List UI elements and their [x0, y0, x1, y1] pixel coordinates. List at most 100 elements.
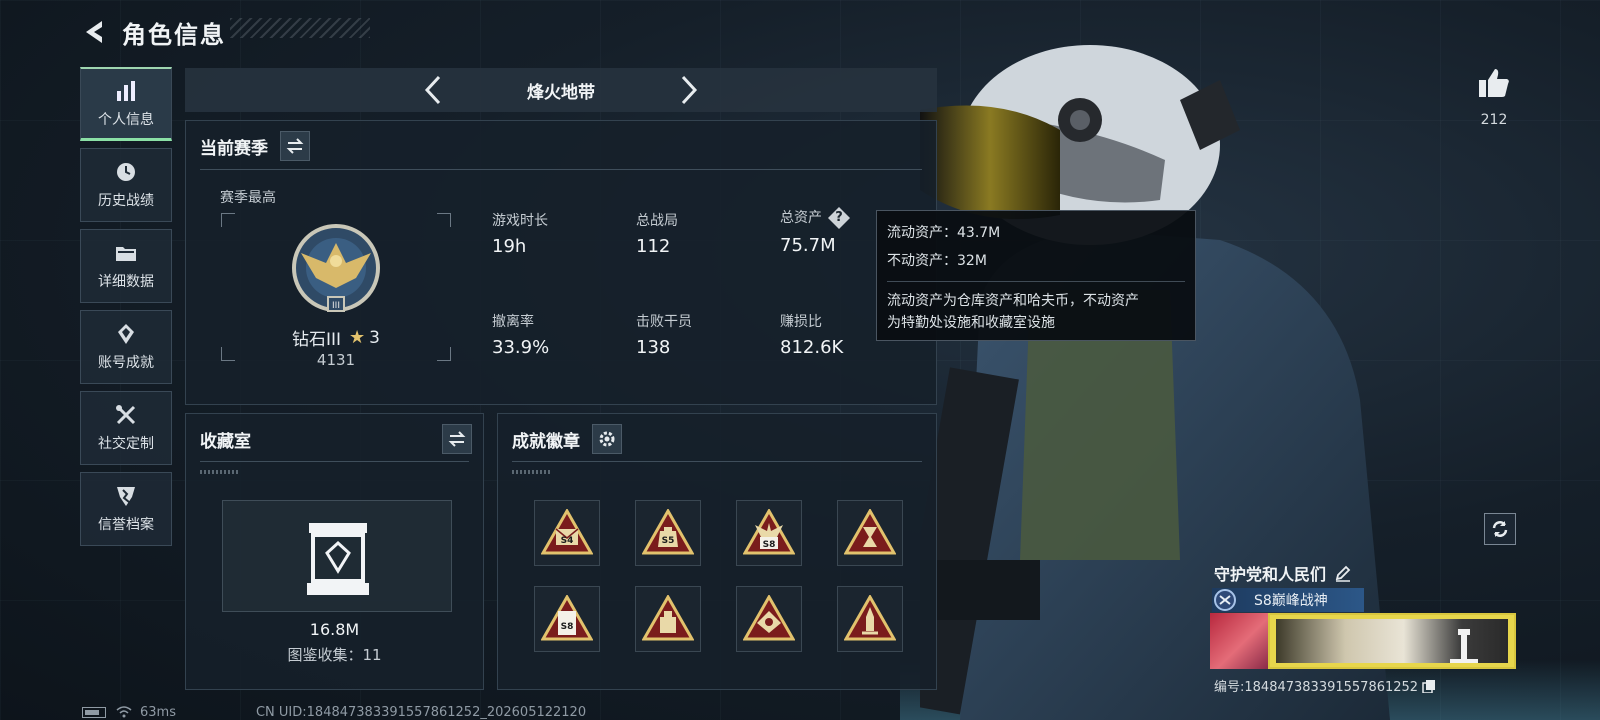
header: 角色信息 — [80, 12, 226, 52]
stat-label: 赚损比 — [780, 314, 822, 330]
sidebar-item-label: 信誉档案 — [98, 517, 154, 533]
refresh-icon — [1492, 521, 1508, 537]
sidebar-item-label: 社交定制 — [98, 436, 154, 452]
badge-slot[interactable]: S5 — [635, 500, 701, 566]
decoration-tag — [512, 470, 552, 474]
stat-value: 75.7M — [780, 235, 836, 256]
rocket-badge-icon — [844, 595, 896, 641]
next-mode-arrow-icon[interactable] — [675, 74, 701, 106]
player-name: 守护党和人民们 — [1214, 565, 1327, 584]
switch-collection-button[interactable] — [442, 424, 472, 454]
rotate-model-button[interactable] — [1484, 513, 1516, 545]
wifi-icon — [116, 706, 132, 718]
divider — [200, 461, 469, 462]
crest-badge-icon — [743, 595, 795, 641]
hourglass-badge-icon — [844, 509, 896, 555]
player-card[interactable] — [1210, 613, 1516, 669]
sidebar-item-label: 账号成就 — [98, 355, 154, 371]
sidebar-item-label: 详细数据 — [98, 274, 154, 290]
name-card-banner — [1268, 613, 1516, 669]
like-count: 212 — [1480, 112, 1508, 128]
s4-envelope-badge-icon: S4 — [541, 509, 593, 555]
edit-pencil-icon[interactable] — [1334, 564, 1352, 582]
stat-value: 112 — [636, 236, 671, 257]
sidebar-item-account-achievements[interactable]: 账号成就 — [80, 310, 172, 384]
badge-slot[interactable] — [635, 586, 701, 652]
stat-label: 游戏时长 — [492, 213, 548, 229]
gear-icon — [599, 431, 615, 447]
folder-icon — [116, 247, 136, 261]
decoration-tag — [200, 470, 240, 474]
season-header: 当前赛季 — [200, 131, 310, 161]
title-decoration — [230, 18, 370, 38]
mode-title: 烽火地带 — [527, 82, 595, 103]
collection-header: 收藏室 — [200, 424, 472, 454]
badge-slot[interactable]: S8 — [736, 500, 802, 566]
achievement-title: 成就徽章 — [512, 431, 580, 452]
season-subtitle: 赛季最高 — [220, 190, 276, 206]
stat-play-time: 游戏时长 19h — [492, 210, 548, 257]
vault-preview — [222, 500, 452, 612]
clock-icon — [117, 163, 135, 181]
collection-value: 16.8M — [309, 620, 360, 639]
s8-card-badge-icon: S8 — [541, 595, 593, 641]
badge-settings-button[interactable] — [592, 424, 622, 454]
achievement-badges-panel: 成就徽章 S4 S5 S8 S8 — [497, 413, 937, 690]
stat-kills: 击败干员 138 — [636, 311, 692, 358]
diamond-rank-eagle-icon: III — [292, 224, 380, 312]
collection-room-panel[interactable]: 收藏室 16.8M 图鉴收集：11 — [185, 413, 484, 690]
achievement-icon — [118, 324, 134, 344]
rank-display: III 钻石III ★ 3 4131 — [221, 213, 451, 369]
collection-count: 图鉴收集：11 — [287, 646, 382, 664]
stat-total-assets: 总资产? 75.7M — [780, 207, 850, 256]
sidebar-item-detail-data[interactable]: 详细数据 — [80, 229, 172, 303]
stat-label-text: 总资产 — [780, 210, 822, 226]
divider — [200, 169, 922, 170]
badge-slot[interactable] — [736, 586, 802, 652]
badge-slot[interactable]: S8 — [534, 586, 600, 652]
player-uid-row: 编号:1848473833915578612​52 — [1214, 676, 1436, 695]
tooltip-description-line: 为特勤处设施和收藏室设施 — [887, 315, 1055, 331]
tooltip-liquid-assets: 流动资产：43.7M — [887, 225, 1001, 241]
player-uid: 编号:1848473833915578612​52 — [1214, 680, 1419, 695]
player-title-badge[interactable]: S8巅峰战神 — [1212, 588, 1364, 612]
tooltip-fixed-assets: 不动资产：32M — [887, 253, 987, 269]
back-arrow-icon[interactable] — [80, 18, 108, 46]
stat-total-matches: 总战局 112 — [636, 210, 678, 257]
sidebar-item-credit-file[interactable]: 信誉档案 — [80, 472, 172, 546]
stat-value: 812.6K — [780, 337, 844, 358]
help-icon[interactable]: ? — [828, 207, 850, 229]
copy-icon[interactable] — [1422, 679, 1436, 693]
sidebar-item-history[interactable]: 历史战绩 — [80, 148, 172, 222]
ping-text: 63ms — [140, 704, 176, 720]
s8-wing-badge-icon: S8 — [743, 509, 795, 555]
divider — [887, 281, 1185, 282]
page-title: 角色信息 — [122, 20, 226, 49]
stat-profit-ratio: 赚损比 812.6K — [780, 311, 843, 358]
sidebar-item-label: 个人信息 — [98, 111, 154, 128]
bar-chart-icon — [117, 80, 135, 101]
uid-footer-text: CN UID:1848473833915578612​52_2026051221… — [255, 704, 587, 720]
badge-slot[interactable]: S4 — [534, 500, 600, 566]
rank-score: 4131 — [316, 351, 356, 369]
frame-corner — [437, 213, 451, 227]
stat-value: 138 — [636, 337, 671, 358]
mode-selector: 烽火地带 — [185, 68, 937, 112]
divider — [512, 461, 922, 462]
battery-icon — [82, 706, 106, 718]
sidebar-item-personal-info[interactable]: 个人信息 — [80, 67, 172, 141]
sidebar-item-label: 历史战绩 — [98, 193, 154, 209]
tools-icon — [116, 405, 136, 425]
jar-badge-icon — [642, 595, 694, 641]
sidebar-item-social-custom[interactable]: 社交定制 — [80, 391, 172, 465]
thumbs-up-icon[interactable] — [1477, 66, 1511, 100]
badge-slot[interactable] — [837, 500, 903, 566]
prev-mode-arrow-icon[interactable] — [421, 74, 447, 106]
badge-label: S4 — [561, 536, 574, 546]
s5-bag-badge-icon: S5 — [642, 509, 694, 555]
badge-label: S8 — [561, 622, 574, 632]
stat-extract-rate: 撤离率 33.9% — [492, 311, 549, 358]
switch-season-button[interactable] — [280, 131, 310, 161]
badge-slot[interactable] — [837, 586, 903, 652]
player-name-row: 守护党和人民们 — [1214, 561, 1352, 585]
